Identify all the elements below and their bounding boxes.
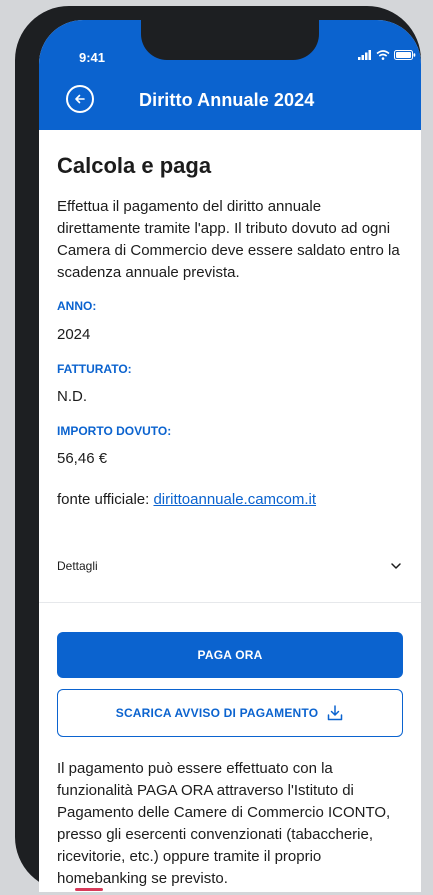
back-arrow-icon [75, 94, 85, 104]
chevron-down-icon [391, 563, 401, 569]
download-notice-label: SCARICA AVVISO DI PAGAMENTO [115, 706, 319, 720]
payment-info-text: Il pagamento può essere effettuato con l… [57, 760, 391, 887]
section-divider [39, 602, 421, 603]
official-source: fonte ufficiale: dirittoannuale.camcom.i… [57, 491, 316, 508]
anno-value: 2024 [57, 326, 91, 343]
header-title: Diritto Annuale 2024 [139, 90, 315, 110]
home-indicator [75, 888, 103, 891]
battery-icon [394, 50, 416, 60]
page-title: Calcola e paga [57, 153, 212, 178]
intro-text: Effettua il pagamento del diritto annual… [57, 198, 400, 281]
pay-now-label: PAGA ORA [197, 648, 263, 662]
pay-now-button[interactable]: PAGA ORA [57, 632, 403, 678]
status-time: 9:41 [79, 50, 106, 65]
fatturato-label: FATTURATO: [57, 362, 132, 376]
details-label: Dettagli [57, 559, 98, 573]
wifi-icon [376, 50, 390, 60]
importo-value: 56,46 € [57, 450, 108, 467]
status-icons [358, 50, 416, 60]
details-toggle[interactable]: Dettagli [57, 546, 403, 586]
phone-frame: 9:41 Diritto Annuale 2024 Calcola e paga… [15, 6, 421, 892]
back-button[interactable] [66, 85, 94, 113]
device-notch [141, 20, 319, 60]
source-link[interactable]: dirittoannuale.camcom.it [153, 491, 316, 508]
source-prefix: fonte ufficiale: [57, 491, 150, 508]
fatturato-value: N.D. [57, 388, 87, 405]
download-notice-button[interactable]: SCARICA AVVISO DI PAGAMENTO [57, 689, 403, 737]
app-screen: 9:41 Diritto Annuale 2024 Calcola e paga… [39, 20, 421, 892]
importo-label: IMPORTO DOVUTO: [57, 424, 172, 438]
anno-label: ANNO: [57, 299, 97, 313]
download-icon [328, 705, 343, 721]
signal-icon [358, 50, 371, 60]
